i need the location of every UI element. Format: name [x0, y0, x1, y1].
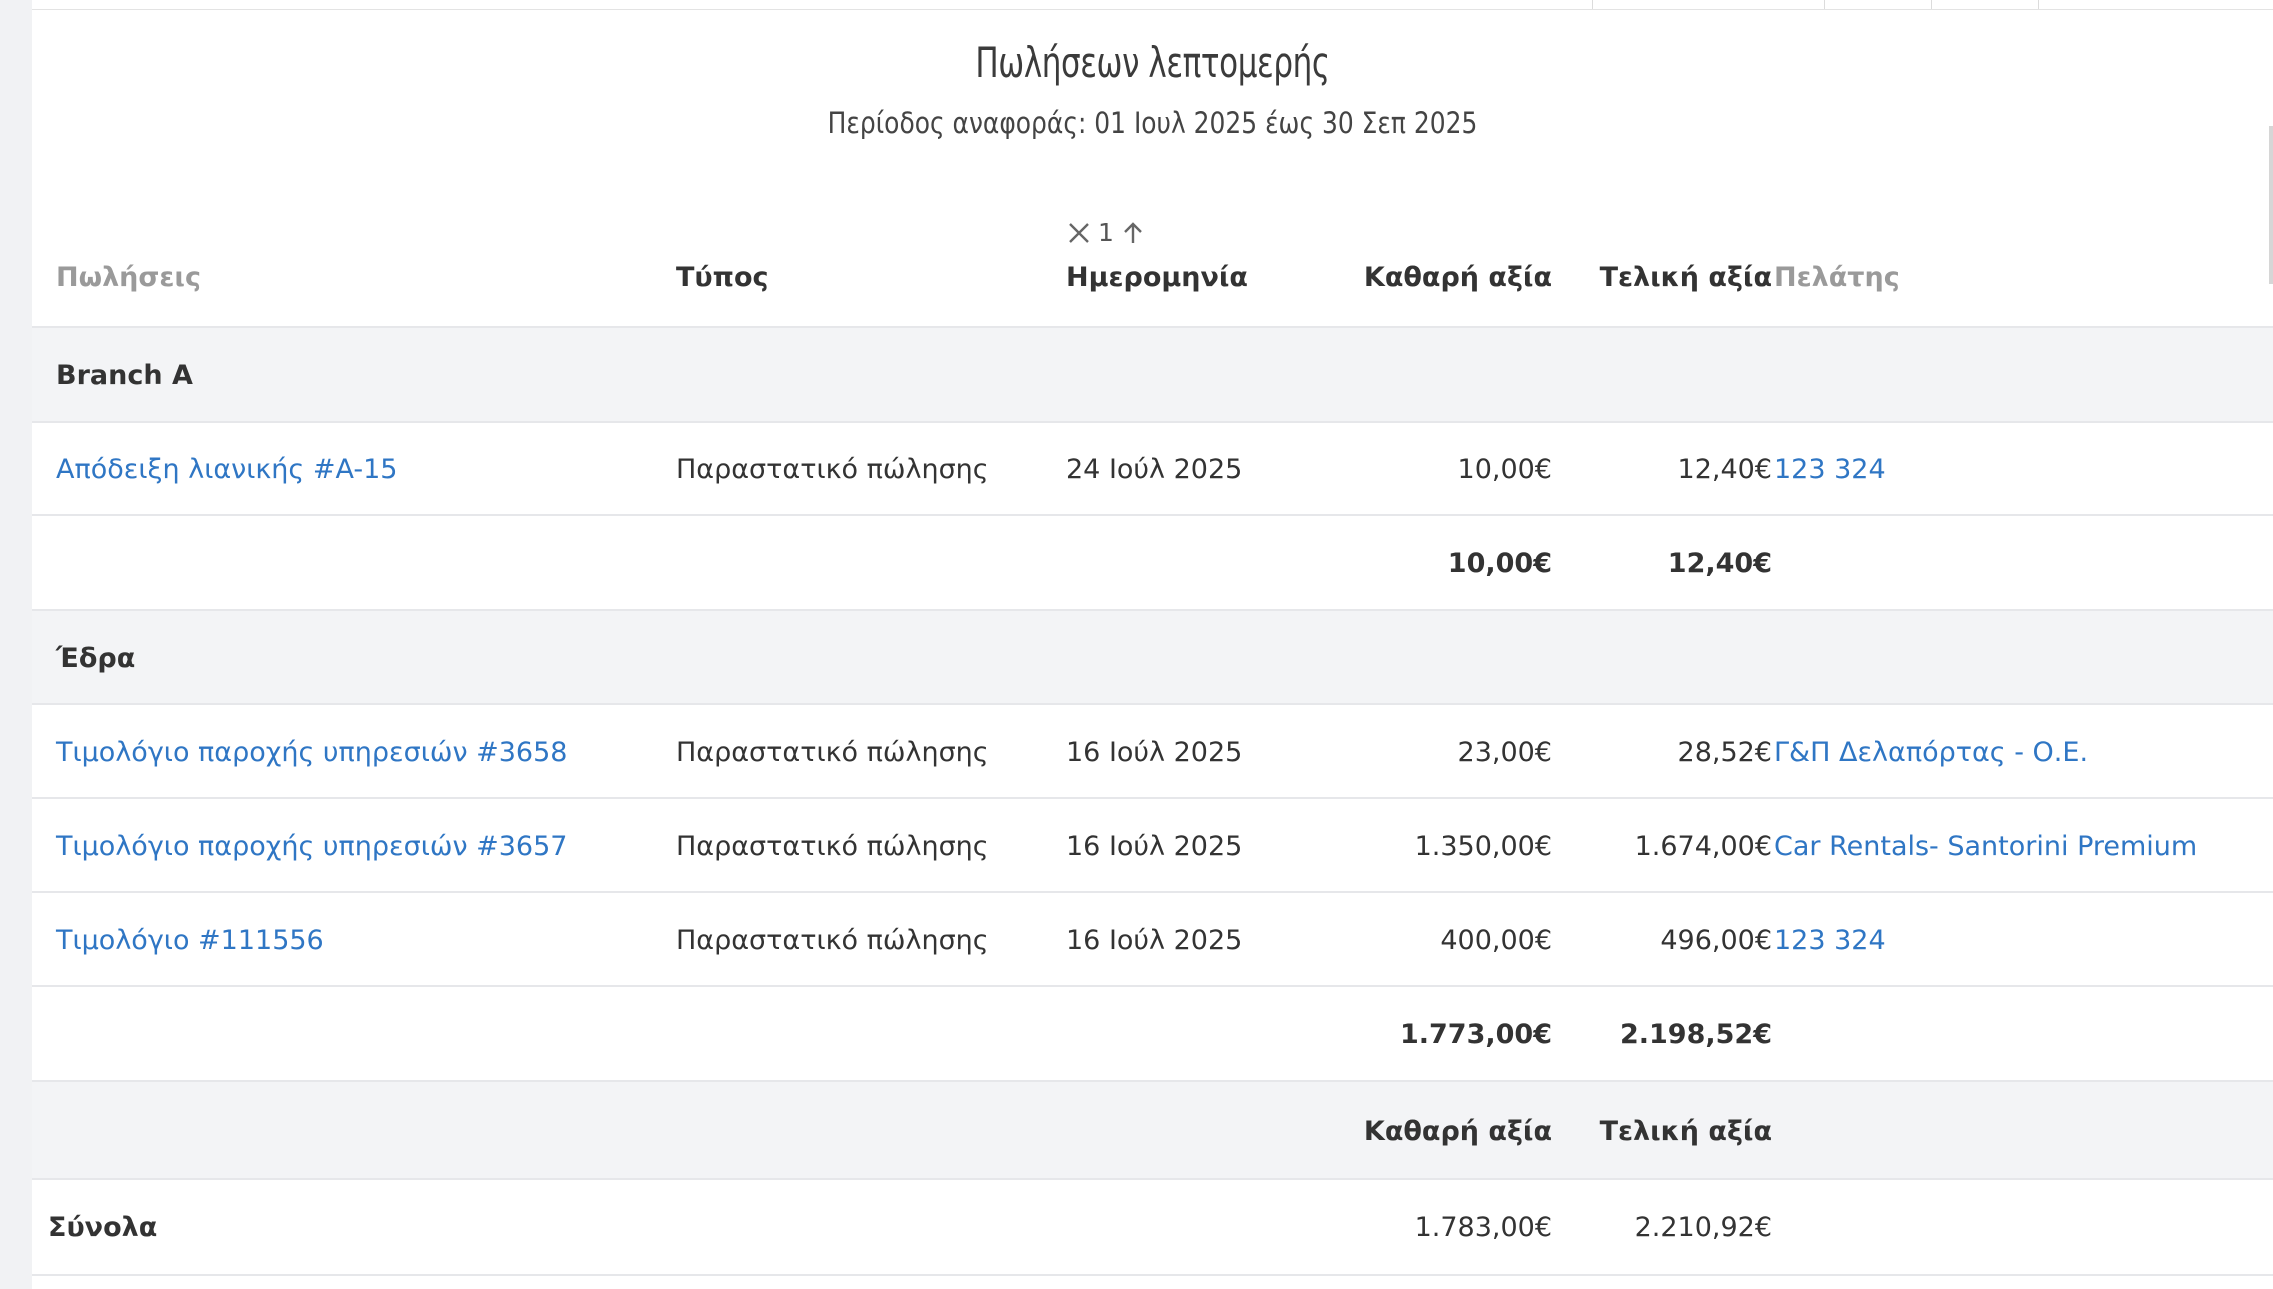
- column-header-customer[interactable]: Πελάτης: [1774, 262, 1900, 293]
- report-title: Πωλήσεων λεπτομερής: [975, 38, 1330, 87]
- column-header-net[interactable]: Καθαρή αξία: [1282, 262, 1552, 293]
- net-value: 400,00€: [1440, 924, 1552, 956]
- totals-net: 1.783,00€: [1414, 1211, 1552, 1243]
- column-header-gross[interactable]: Τελική αξία: [1562, 262, 1772, 293]
- doc-date: 24 Ιούλ 2025: [1066, 454, 1243, 485]
- totals-header-net: Καθαρή αξία: [1363, 1115, 1552, 1147]
- close-icon[interactable]: [1066, 220, 1092, 246]
- report-sheet: Πωλήσεων λεπτομερής Περίοδος αναφοράς: 0…: [32, 0, 2273, 1289]
- gross-value: 28,52€: [1677, 736, 1772, 768]
- doc-type: Παραστατικό πώλησης: [676, 736, 989, 768]
- group-name: Branch A: [56, 360, 193, 391]
- sort-order-number: 1: [1098, 218, 1114, 247]
- subtotal-net: 1.773,00€: [1399, 1019, 1552, 1050]
- table-row: Απόδειξη λιανικής #A-15 Παραστατικό πώλη…: [32, 421, 2273, 516]
- toolbar-separator: [1824, 0, 1825, 9]
- doc-date: 16 Ιούλ 2025: [1066, 924, 1243, 956]
- net-value: 10,00€: [1457, 454, 1552, 485]
- table-row: Τιμολόγιο παροχής υπηρεσιών #3657 Παραστ…: [32, 797, 2273, 893]
- top-divider: [32, 9, 2273, 10]
- column-header-sales[interactable]: Πωλήσεις: [56, 262, 201, 293]
- customer-link[interactable]: Γ&Π Δελαπόρτας - Ο.Ε.: [1774, 705, 2088, 799]
- doc-type: Παραστατικό πώλησης: [676, 830, 989, 862]
- toolbar-separator: [2038, 0, 2039, 9]
- totals-gross: 2.210,92€: [1634, 1211, 1772, 1243]
- gross-value: 1.674,00€: [1634, 830, 1772, 862]
- sales-doc-link[interactable]: Τιμολόγιο παροχής υπηρεσιών #3658: [56, 705, 567, 799]
- group-header-row: Έδρα: [32, 609, 2273, 705]
- subtotal-row: 10,00€ 12,40€: [32, 514, 2273, 611]
- gross-value: 496,00€: [1660, 924, 1772, 956]
- doc-date: 16 Ιούλ 2025: [1066, 736, 1243, 768]
- sales-doc-link[interactable]: Απόδειξη λιανικής #A-15: [56, 423, 397, 516]
- net-value: 1.350,00€: [1414, 830, 1552, 862]
- report-period: Περίοδος αναφοράς: 01 Ιουλ 2025 έως 30 Σ…: [827, 106, 1478, 140]
- doc-date: 16 Ιούλ 2025: [1066, 830, 1243, 862]
- subtotal-row: 1.773,00€ 2.198,52€: [32, 985, 2273, 1082]
- sort-control: 1: [1066, 218, 1146, 247]
- arrow-up-icon[interactable]: [1120, 220, 1146, 246]
- subtotal-net: 10,00€: [1447, 548, 1552, 579]
- table-row: Τιμολόγιο #111556 Παραστατικό πώλησης 16…: [32, 891, 2273, 987]
- subtotal-gross: 2.198,52€: [1619, 1019, 1772, 1050]
- totals-header-row: Καθαρή αξία Τελική αξία: [32, 1080, 2273, 1180]
- gross-value: 12,40€: [1677, 454, 1772, 485]
- customer-link[interactable]: 123 324: [1774, 893, 1886, 987]
- totals-label: Σύνολα: [48, 1211, 158, 1243]
- scrollbar-thumb[interactable]: [2269, 126, 2273, 284]
- doc-type: Παραστατικό πώλησης: [676, 454, 989, 485]
- customer-link[interactable]: Car Rentals- Santorini Premium: [1774, 799, 2197, 893]
- customer-link[interactable]: 123 324: [1774, 423, 1886, 516]
- totals-header-gross: Τελική αξία: [1599, 1115, 1772, 1147]
- column-header-type[interactable]: Τύπος: [676, 262, 769, 293]
- toolbar-separator: [1592, 0, 1593, 9]
- sales-doc-link[interactable]: Τιμολόγιο #111556: [56, 893, 324, 987]
- totals-row: Σύνολα 1.783,00€ 2.210,92€: [32, 1178, 2273, 1276]
- group-name: Έδρα: [56, 642, 136, 674]
- net-value: 23,00€: [1457, 736, 1552, 768]
- column-header-date[interactable]: Ημερομηνία: [1066, 262, 1248, 293]
- subtotal-gross: 12,40€: [1667, 548, 1772, 579]
- doc-type: Παραστατικό πώλησης: [676, 924, 989, 956]
- toolbar-separator: [1931, 0, 1932, 9]
- table-row: Τιμολόγιο παροχής υπηρεσιών #3658 Παραστ…: [32, 703, 2273, 799]
- group-header-row: Branch A: [32, 326, 2273, 423]
- sales-doc-link[interactable]: Τιμολόγιο παροχής υπηρεσιών #3657: [56, 799, 567, 893]
